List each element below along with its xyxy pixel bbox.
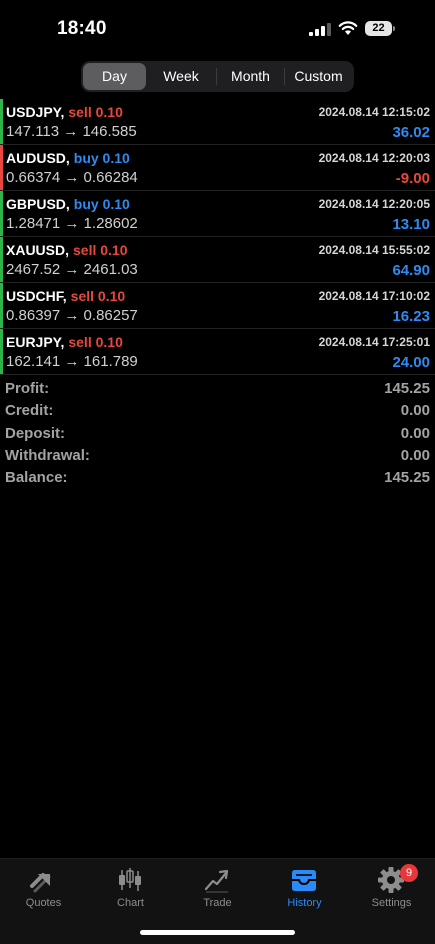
- deal-profit: 13.10: [392, 216, 430, 233]
- period-week-button[interactable]: Week: [146, 63, 216, 90]
- deal-profit: 24.00: [392, 354, 430, 371]
- summary-withdrawal-row: Withdrawal: 0.00: [0, 445, 435, 467]
- deal-symbol: AUDUSD: [6, 150, 66, 166]
- tab-quotes[interactable]: Quotes: [0, 859, 87, 919]
- inbox-icon: [292, 870, 316, 891]
- deal-symbol: USDCHF: [6, 288, 63, 304]
- deal-type: sell 0.10: [70, 288, 126, 304]
- deal-type: buy 0.10: [73, 150, 130, 166]
- deal-row[interactable]: EURJPY, sell 0.10 2024.08.14 17:25:01 162…: [0, 329, 435, 375]
- deal-row[interactable]: AUDUSD, buy 0.10 2024.08.14 12:20:03 0.66…: [0, 145, 435, 191]
- summary-label: Profit:: [5, 380, 50, 397]
- period-segmented-control: Day Week Month Custom: [81, 61, 354, 92]
- tab-label: Chart: [117, 897, 144, 909]
- deal-row[interactable]: XAUUSD, sell 0.10 2024.08.14 15:55:02 246…: [0, 237, 435, 283]
- home-indicator: [140, 930, 295, 935]
- deal-prices: 162.141 → 161.789: [6, 353, 138, 370]
- battery-level: 22: [372, 22, 385, 34]
- deal-profit: -9.00: [395, 170, 430, 187]
- cellular-signal-icon: [309, 23, 331, 36]
- tab-label: History: [287, 897, 322, 909]
- deal-prices: 0.66374 → 0.66284: [6, 169, 138, 186]
- tab-chart[interactable]: Chart: [87, 859, 174, 919]
- deal-result-indicator: [0, 237, 3, 282]
- deal-result-indicator: [0, 329, 3, 374]
- summary-value: 145.25: [384, 380, 430, 397]
- status-time: 18:40: [57, 18, 107, 39]
- deal-type: sell 0.10: [68, 334, 123, 350]
- deal-time: 2024.08.14 12:15:02: [318, 105, 430, 119]
- trade-icon: [204, 869, 229, 893]
- deal-time: 2024.08.14 17:10:02: [318, 289, 430, 303]
- deal-type: buy 0.10: [73, 196, 130, 212]
- deal-symbol: USDJPY: [6, 104, 61, 120]
- summary-label: Balance:: [5, 469, 68, 487]
- deal-time: 2024.08.14 12:20:05: [318, 197, 430, 211]
- deal-profit: 16.23: [392, 308, 430, 325]
- summary-deposit-row: Deposit: 0.00: [0, 423, 435, 445]
- summary-label: Withdrawal:: [5, 446, 90, 464]
- deal-type: sell 0.10: [73, 242, 128, 258]
- deal-result-indicator: [0, 191, 3, 236]
- deals-list: USDJPY, sell 0.10 2024.08.14 12:15:02 147…: [0, 99, 435, 375]
- deal-prices: 147.113 → 146.585: [6, 123, 137, 140]
- deal-symbol: GBPUSD: [6, 196, 66, 212]
- tab-label: Trade: [203, 897, 232, 909]
- tab-label: Quotes: [25, 897, 62, 909]
- deal-profit: 64.90: [392, 262, 430, 279]
- deal-prices: 1.28471 → 1.28602: [6, 215, 138, 232]
- deal-time: 2024.08.14 12:20:03: [318, 151, 430, 165]
- deal-time: 2024.08.14 15:55:02: [318, 243, 430, 257]
- period-custom-button[interactable]: Custom: [285, 63, 352, 90]
- wifi-icon: [338, 21, 358, 35]
- tab-trade[interactable]: Trade: [174, 859, 261, 919]
- notification-badge: 9: [400, 864, 418, 882]
- tab-history[interactable]: History: [261, 859, 348, 919]
- summary-balance-row: Balance: 145.25: [0, 467, 435, 489]
- deal-prices: 2467.52 → 2461.03: [6, 261, 138, 278]
- deal-prices: 0.86397 → 0.86257: [6, 307, 138, 324]
- summary-value: 0.00: [400, 402, 430, 420]
- account-summary: Profit: 145.25 Credit: 0.00 Deposit: 0.0…: [0, 378, 435, 489]
- period-day-button[interactable]: Day: [83, 63, 146, 90]
- summary-value: 0.00: [400, 424, 430, 442]
- summary-credit-row: Credit: 0.00: [0, 400, 435, 422]
- deal-row[interactable]: USDCHF, sell 0.10 2024.08.14 17:10:02 0.8…: [0, 283, 435, 329]
- status-bar: 18:40 22: [0, 0, 435, 58]
- deal-row[interactable]: USDJPY, sell 0.10 2024.08.14 12:15:02 147…: [0, 99, 435, 145]
- deal-row[interactable]: GBPUSD, buy 0.10 2024.08.14 12:20:05 1.28…: [0, 191, 435, 237]
- deal-result-indicator: [0, 283, 3, 328]
- period-month-button[interactable]: Month: [217, 63, 284, 90]
- battery-icon: 22: [365, 21, 397, 37]
- deal-symbol: XAUUSD: [6, 242, 66, 258]
- deal-profit: 36.02: [392, 124, 430, 141]
- summary-value: 145.25: [384, 469, 430, 487]
- candlestick-icon: [119, 868, 141, 891]
- summary-label: Credit:: [5, 402, 54, 420]
- deal-type: sell 0.10: [68, 104, 123, 120]
- tab-label: Settings: [371, 897, 412, 909]
- deal-result-indicator: [0, 99, 3, 144]
- summary-label: Deposit:: [5, 424, 65, 442]
- tab-settings[interactable]: 9 Settings: [348, 859, 435, 919]
- quotes-icon: [30, 873, 51, 893]
- summary-profit-row: Profit: 145.25: [0, 378, 435, 400]
- deal-result-indicator: [0, 145, 3, 190]
- deal-symbol: EURJPY: [6, 334, 61, 350]
- deal-time: 2024.08.14 17:25:01: [318, 335, 430, 349]
- summary-value: 0.00: [400, 446, 430, 464]
